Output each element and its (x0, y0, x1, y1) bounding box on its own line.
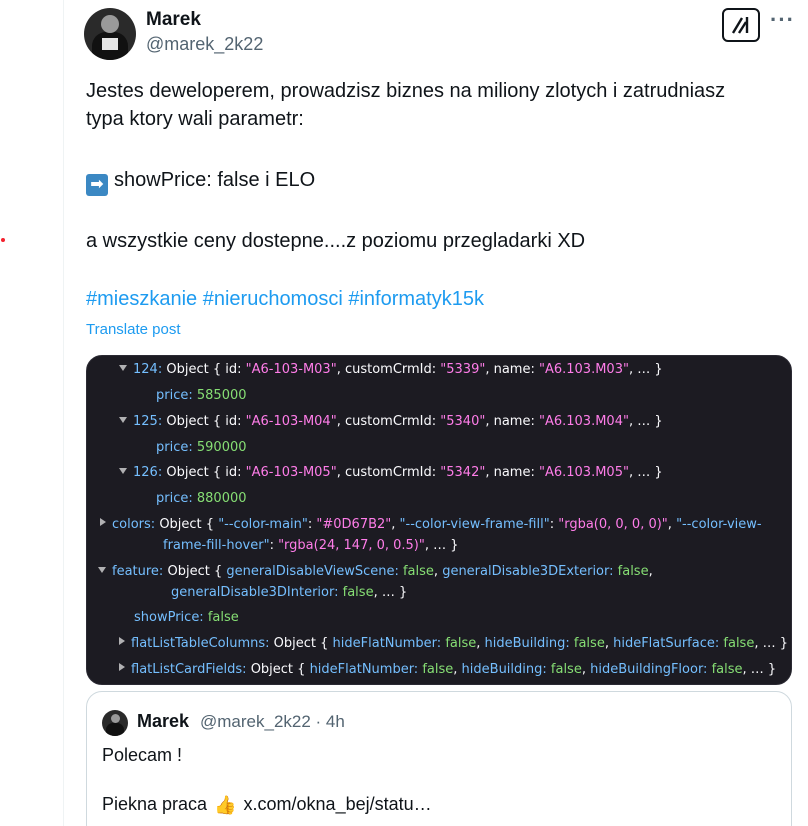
author-avatar[interactable] (84, 8, 136, 60)
grok-button[interactable] (722, 8, 760, 42)
expand-triangle-icon (119, 417, 127, 423)
collapse-triangle-icon (100, 518, 106, 526)
code-line-price: price: 585000 (156, 388, 247, 403)
expand-triangle-icon (98, 567, 106, 573)
code-line-item: 126: Object { id: "A6-103-M05", customCr… (119, 465, 663, 480)
quoted-author-handle-time: @marek_2k22 · 4h (200, 712, 345, 731)
quoted-post[interactable]: Marek @marek_2k22 · 4h Polecam ! Piekna … (86, 691, 792, 826)
code-line-item: 125: Object { id: "A6-103-M04", customCr… (119, 414, 663, 429)
grok-icon (731, 17, 749, 34)
code-line-feature: feature: Object { generalDisableViewScen… (98, 564, 653, 579)
collapse-triangle-icon (119, 637, 125, 645)
right-arrow-emoji: ➡ (86, 174, 108, 196)
expand-triangle-icon (119, 365, 127, 371)
tweet-text-line: a wszystkie ceny dostepne....z poziomu p… (86, 230, 586, 252)
tweet-text-line: Jestes deweloperem, prowadzisz biznes na… (86, 80, 726, 102)
code-line-flat-table-columns: flatListTableColumns: Object { hideFlatN… (119, 636, 788, 651)
quoted-link[interactable]: x.com/okna_bej/statu… (244, 794, 432, 814)
tweet-text-line: typa ktory wali parametr: (86, 108, 304, 130)
code-line-flat-card-fields: flatListCardFields: Object { hideFlatNum… (119, 662, 776, 677)
hashtags[interactable]: #mieszkanie #nieruchomosci #informatyk15… (86, 288, 484, 311)
expand-triangle-icon (119, 468, 127, 474)
code-line-item: 124: Object { id: "A6-103-M03", customCr… (119, 362, 663, 377)
code-line-colors: colors: Object { "--color-main": "#0D67B… (100, 517, 762, 532)
notification-dot (1, 238, 5, 242)
code-screenshot[interactable]: 124: Object { id: "A6-103-M03", customCr… (86, 355, 792, 685)
collapse-triangle-icon (119, 663, 125, 671)
code-line-price: price: 590000 (156, 440, 247, 455)
thumbs-up-emoji: 👍 (214, 795, 237, 815)
code-line-price: price: 880000 (156, 491, 247, 506)
quoted-author-name: Marek (137, 711, 190, 731)
translate-post-link[interactable]: Translate post (86, 321, 181, 338)
author-handle[interactable]: @marek_2k22 (146, 34, 263, 55)
author-name[interactable]: Marek (146, 9, 201, 31)
quoted-text-line: Piekna praca 👍 x.com/okna_bej/statu… (102, 794, 432, 815)
code-line-showprice: showPrice: false (134, 610, 239, 625)
tweet-text-line: ➡ showPrice: false i ELO (86, 167, 786, 196)
code-line-colors-cont: frame-fill-hover": "rgba(24, 147, 0, 0.5… (163, 538, 459, 553)
quoted-text-line: Polecam ! (102, 745, 183, 765)
code-line-feature-cont: generalDisable3DInterior: false, … } (171, 585, 408, 600)
tweet-text-showprice: showPrice: false i ELO (114, 169, 316, 191)
left-rail (0, 0, 64, 826)
more-icon[interactable]: ··· (770, 9, 795, 31)
quoted-author-avatar (102, 710, 128, 736)
